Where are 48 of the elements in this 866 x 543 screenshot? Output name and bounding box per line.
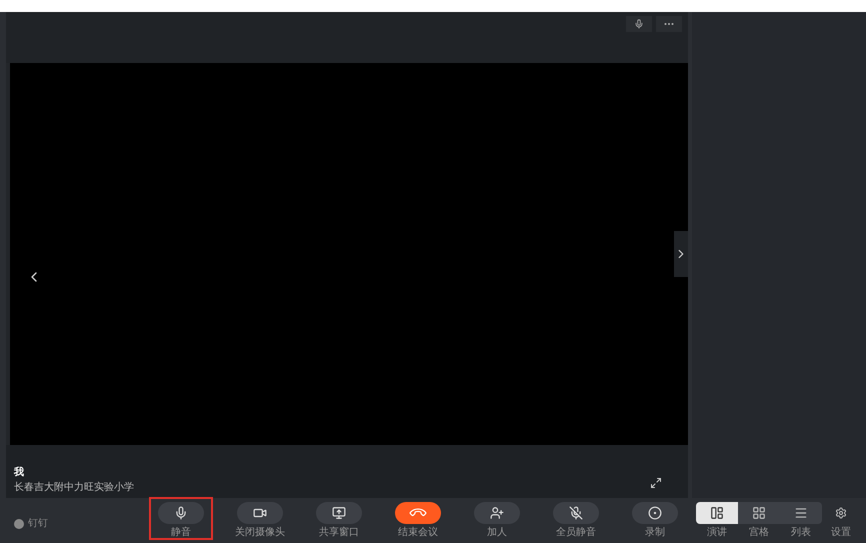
control-item[interactable]: 全员静音 bbox=[545, 498, 607, 539]
list-layout-icon bbox=[794, 506, 808, 520]
record-icon bbox=[648, 506, 662, 520]
speaker-layout-icon bbox=[710, 506, 724, 520]
microphone-icon bbox=[174, 506, 188, 520]
microphone-button[interactable] bbox=[626, 16, 652, 32]
control-button[interactable] bbox=[237, 502, 283, 524]
brand-name: 钉钉 bbox=[28, 517, 48, 531]
layout-label: 列表 bbox=[791, 527, 811, 539]
microphone-icon bbox=[634, 19, 644, 29]
control-label: 全员静音 bbox=[556, 527, 596, 539]
control-item[interactable]: 结束会议 bbox=[387, 498, 449, 539]
grid-layout-icon bbox=[752, 506, 766, 520]
control-item[interactable]: 共享窗口 bbox=[308, 498, 370, 539]
control-label: 关闭摄像头 bbox=[235, 527, 285, 539]
settings-label: 设置 bbox=[831, 527, 851, 539]
layout-label: 宫格 bbox=[749, 527, 769, 539]
layout-tab[interactable] bbox=[738, 502, 780, 524]
layout-tab[interactable] bbox=[696, 502, 738, 524]
participant-name: 我 bbox=[14, 466, 25, 480]
control-label: 静音 bbox=[171, 527, 191, 539]
control-label: 录制 bbox=[645, 527, 665, 539]
end-meeting-button[interactable] bbox=[395, 502, 441, 524]
control-button[interactable] bbox=[316, 502, 362, 524]
control-item[interactable]: 录制 bbox=[624, 498, 686, 539]
next-button[interactable] bbox=[674, 231, 688, 277]
control-item[interactable]: 加人 bbox=[466, 498, 528, 539]
control-item[interactable]: 关闭摄像头 bbox=[229, 498, 291, 539]
control-label: 结束会议 bbox=[398, 527, 438, 539]
settings-icon bbox=[835, 507, 847, 519]
video-camera-icon bbox=[253, 506, 267, 520]
control-button[interactable] bbox=[553, 502, 599, 524]
more-button[interactable] bbox=[656, 16, 682, 32]
control-label: 共享窗口 bbox=[319, 527, 359, 539]
participant-school: 长春吉大附中力旺实验小学 bbox=[14, 480, 134, 495]
screen-share-icon bbox=[332, 506, 346, 520]
control-label: 加人 bbox=[487, 527, 507, 539]
control-button[interactable] bbox=[474, 502, 520, 524]
add-person-icon bbox=[490, 506, 504, 520]
brand-logo-icon bbox=[14, 518, 24, 528]
layout-label: 演讲 bbox=[707, 527, 727, 539]
fullscreen-button[interactable] bbox=[650, 477, 662, 489]
control-item[interactable]: 静音 bbox=[150, 498, 212, 539]
mute-all-icon bbox=[569, 506, 583, 520]
fullscreen-icon bbox=[650, 477, 662, 489]
control-button[interactable] bbox=[632, 502, 678, 524]
layout-tab[interactable] bbox=[780, 502, 822, 524]
control-button[interactable] bbox=[158, 502, 204, 524]
